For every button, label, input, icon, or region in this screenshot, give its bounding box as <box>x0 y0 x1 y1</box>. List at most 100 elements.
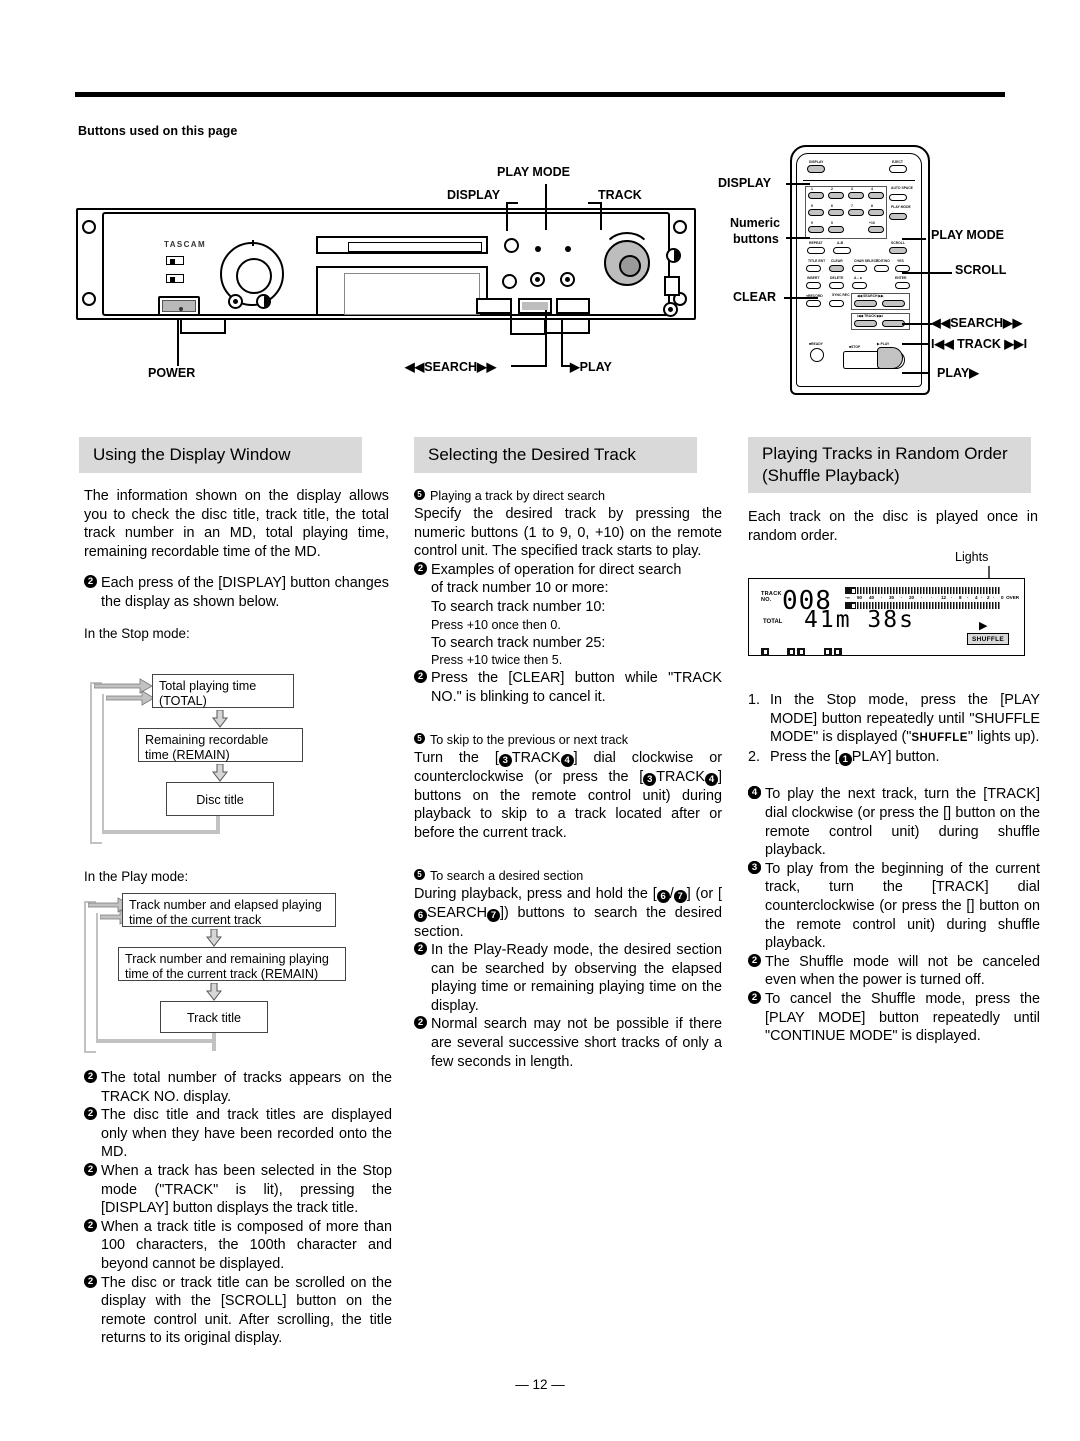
remote-key-8[interactable] <box>868 209 884 216</box>
right-steps: 1. In the Stop mode, press the [PLAY MOD… <box>748 691 1040 1046</box>
remote-display-button[interactable] <box>807 165 825 173</box>
left-note-4-text: When a track title is composed of more t… <box>101 1218 392 1272</box>
remote-repeat-button[interactable] <box>807 247 825 254</box>
remote-sync-rec-button[interactable] <box>829 300 844 307</box>
heading-shuffle-line1: Playing Tracks in Random Order <box>762 444 1008 463</box>
remote-key-plus10[interactable] <box>868 226 884 233</box>
play-box-track-title: Track title <box>160 1001 268 1033</box>
remote-label-plus10: +10 <box>869 220 875 226</box>
small-knob-1[interactable] <box>228 294 243 309</box>
label-play-mode: PLAY MODE <box>497 165 570 179</box>
record-knob[interactable] <box>663 302 678 317</box>
remote-play-pad[interactable] <box>877 347 903 369</box>
stop-box-total: Total playing time (TOTAL) <box>152 674 294 708</box>
remote-search-rew-button[interactable] <box>854 300 877 307</box>
leader-power <box>177 318 179 366</box>
remote-callout-scroll: SCROLL <box>955 263 1007 277</box>
stop-button[interactable] <box>664 276 680 296</box>
deck-foot-right <box>544 320 590 334</box>
leader-track-v <box>600 202 602 230</box>
remote-ready-button[interactable] <box>810 348 824 362</box>
remote-play-mode-button[interactable] <box>889 213 907 220</box>
remote-label-clear: CLEAR <box>831 258 843 264</box>
search-button-left[interactable] <box>476 298 512 314</box>
power-button[interactable] <box>158 296 200 316</box>
right-step-1-inline-shuffle: SHUFFLE <box>911 732 968 745</box>
play-box-track-title-l1: Track title <box>186 1011 242 1025</box>
track-prev-icon: 3 <box>748 860 761 874</box>
remote-key-9[interactable] <box>808 226 824 233</box>
remote-key-7[interactable] <box>848 209 864 216</box>
remote-callout-play: PLAY▶ <box>937 366 979 380</box>
remote-clear-button[interactable] <box>829 265 844 272</box>
lcd-total-label: TOTAL <box>763 619 783 625</box>
play-mode-button[interactable] <box>560 272 575 287</box>
heading-shuffle-playback: Playing Tracks in Random Order (Shuffle … <box>748 437 1031 494</box>
deck-front-panel: TASCAM <box>102 212 681 317</box>
leader-search-h <box>511 365 547 367</box>
remote-eject-button[interactable] <box>889 165 907 173</box>
label-power: POWER <box>148 366 196 380</box>
phones-jack[interactable] <box>504 238 519 253</box>
display-led <box>535 246 541 252</box>
remote-delete-button[interactable] <box>829 282 844 289</box>
remote-figure: DISPLAY EJECT 1 2 3 4 5 6 7 8 9 0 +10 AU… <box>790 145 930 395</box>
track-dial[interactable] <box>604 240 650 286</box>
lcd-display-figure: TRACK NO. 008 -∞ 50 40 · 30 · 20 · · 12 · 8 · 4 · … <box>748 578 1025 656</box>
remote-insert-button[interactable] <box>806 282 821 289</box>
right-intro-wrap: Each track on the disc is played once in… <box>748 508 1038 545</box>
remote-char-select-button[interactable] <box>852 265 867 272</box>
play-button[interactable] <box>518 298 552 314</box>
leader-remote-search <box>902 323 932 325</box>
remote-record-button[interactable] <box>806 300 821 307</box>
right-note-not-canceled: 2 The Shuffle mode will not be canceled … <box>748 953 1040 990</box>
remote-key-5[interactable] <box>808 209 824 216</box>
mid-note-play-ready: 2 In the Play-Ready mode, the desired se… <box>414 941 722 1015</box>
left-note-5: 2 The disc or track title can be scrolle… <box>84 1274 392 1348</box>
leader-display-h <box>506 202 518 204</box>
display-button[interactable] <box>530 272 545 287</box>
leader-search-join <box>510 333 546 335</box>
right-note-current-track: 2 To play from the beginning of the curr… <box>748 860 1040 953</box>
right-note-next-b: TRACK <box>987 786 1036 803</box>
remote-key-2[interactable] <box>828 192 844 199</box>
bullet-icon: 2 <box>748 953 761 967</box>
eject-knob[interactable] <box>666 248 681 263</box>
search-rew-icon: 6 <box>414 908 427 922</box>
remote-search-ff-button[interactable] <box>882 300 905 307</box>
remote-scroll-button[interactable] <box>889 247 907 254</box>
mid-para-search-b: / <box>669 886 674 903</box>
remote-enter-button[interactable] <box>895 282 910 289</box>
remote-label-2: 2 <box>831 186 833 192</box>
mid-para-skip-d: TRACK <box>656 768 705 785</box>
remote-edit-no-button[interactable] <box>874 265 889 272</box>
right-step-1: 1. In the Stop mode, press the [PLAY MOD… <box>748 691 1040 748</box>
remote-key-0[interactable] <box>828 226 844 233</box>
right-step-2-text-b: PLAY] button. <box>851 748 940 765</box>
remote-key-3[interactable] <box>848 192 864 199</box>
remote-track-prev-button[interactable] <box>854 320 877 327</box>
remote-case-button[interactable] <box>852 282 867 289</box>
remote-ab-button[interactable] <box>833 247 851 254</box>
search-button-right[interactable] <box>556 298 590 314</box>
right-step-1-number: 1. <box>748 692 761 708</box>
left-column: The information shown on the display all… <box>84 487 389 643</box>
small-knob-2[interactable] <box>256 294 271 309</box>
right-note-next-a: To play the next track, turn the [ <box>765 786 988 803</box>
remote-callout-clear: CLEAR <box>733 290 777 304</box>
mid-note-play-ready-text: In the Play-Ready mode, the desired sect… <box>431 942 722 1014</box>
leader-remote-numeric <box>786 237 810 239</box>
remote-key-4[interactable] <box>868 192 884 199</box>
remote-auto-space-button[interactable] <box>889 194 907 201</box>
remote-key-6[interactable] <box>828 209 844 216</box>
leader-remote-play <box>902 372 930 374</box>
right-step-2-text-a: Press the [ <box>770 748 839 765</box>
play-mode-label-wrap: In the Play mode: <box>84 868 389 887</box>
lcd-play-icon: ▶ <box>979 620 988 632</box>
level-knob[interactable] <box>502 274 517 289</box>
remote-title-ent-button[interactable] <box>806 265 821 272</box>
play-box-remaining-l1: Track number and remaining playing <box>125 952 329 966</box>
leader-remote-track <box>902 343 928 345</box>
remote-yes-button[interactable] <box>895 265 910 272</box>
remote-key-1[interactable] <box>808 192 824 199</box>
